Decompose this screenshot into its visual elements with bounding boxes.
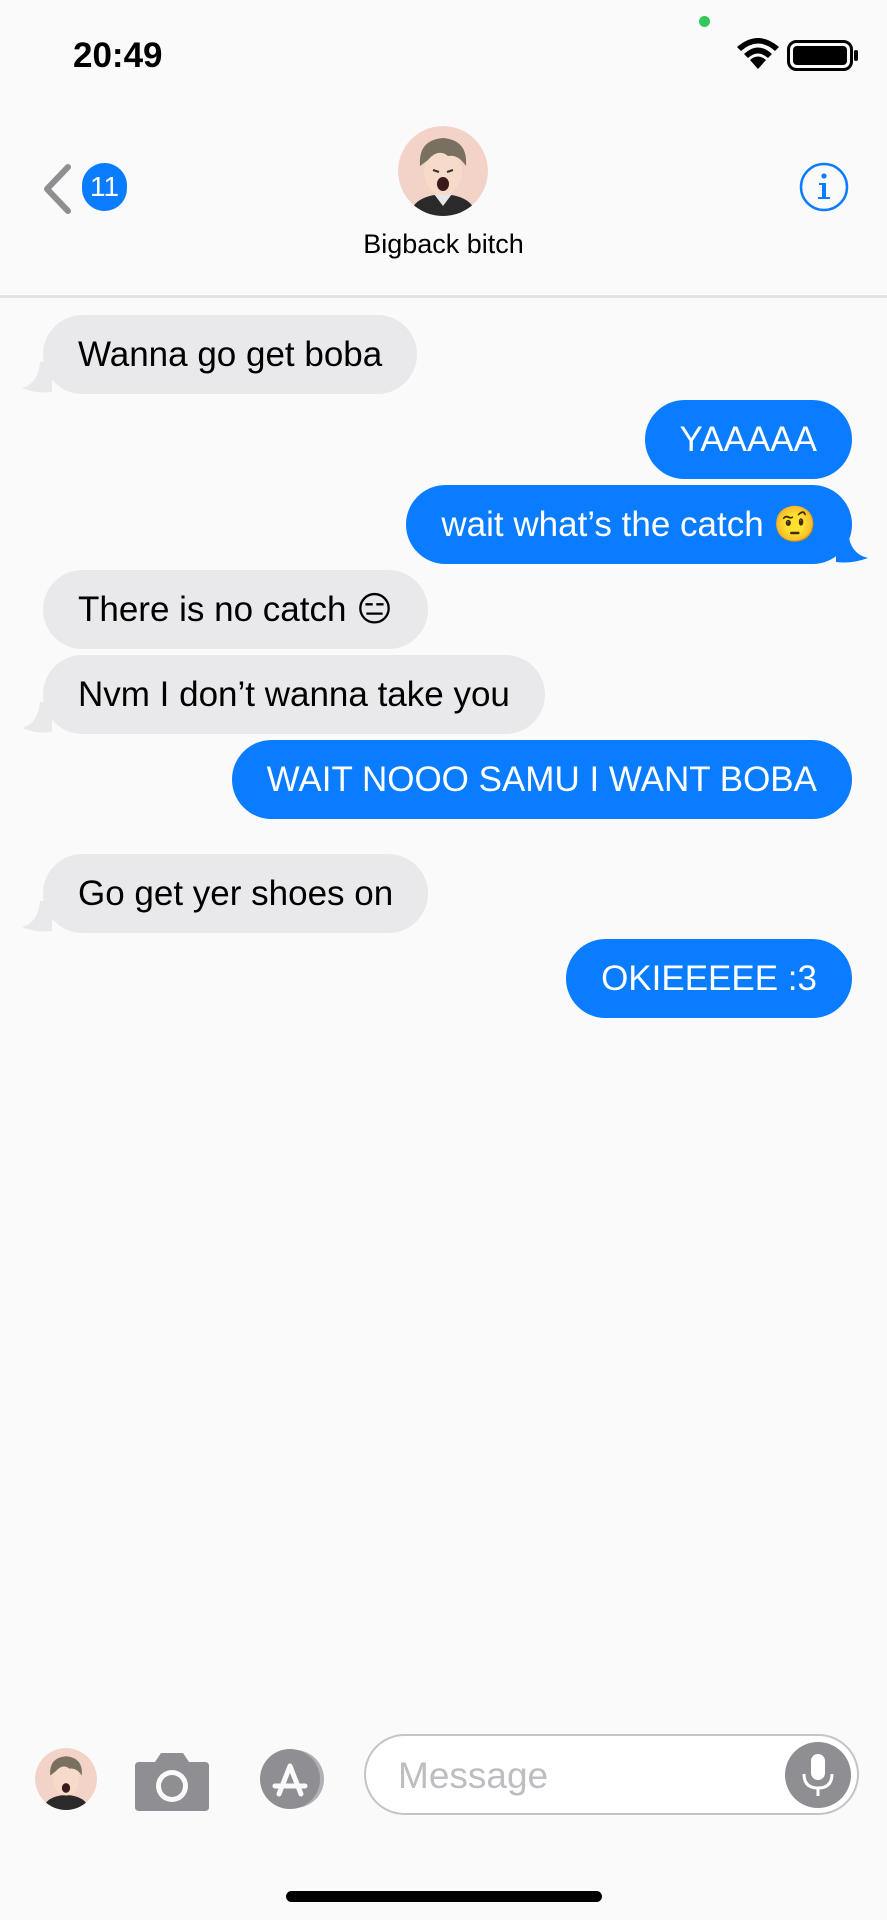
message-input[interactable] [396, 1736, 780, 1815]
home-indicator[interactable] [286, 1891, 602, 1902]
memoji-button[interactable] [35, 1748, 97, 1810]
back-chevron-icon [44, 164, 71, 214]
message-bubble-sent[interactable]: OKIEEEEE :3 [566, 939, 852, 1018]
message-bubble-sent[interactable]: wait what’s the catch 🤨 [406, 485, 852, 564]
conversation-header: 11 Bigback bitch [0, 110, 887, 298]
app-store-icon[interactable] [251, 1748, 333, 1810]
dictation-button[interactable] [785, 1742, 851, 1808]
status-time: 20:49 [73, 36, 163, 75]
status-bar: 20:49 [0, 0, 887, 110]
compose-bar [0, 1720, 887, 1920]
back-button[interactable]: 11 [42, 160, 132, 220]
message-bubble-received[interactable]: Go get yer shoes on [43, 854, 429, 933]
contact-avatar[interactable] [398, 126, 488, 216]
wifi-icon [737, 38, 779, 69]
message-bubble-sent[interactable]: WAIT NOOO SAMU I WANT BOBA [231, 740, 852, 819]
info-icon[interactable] [799, 162, 849, 212]
message-bubble-received[interactable]: Nvm I don’t wanna take you [43, 655, 545, 734]
message-bubble-sent[interactable]: YAAAAA [644, 400, 852, 479]
camera-icon[interactable] [133, 1750, 211, 1812]
microphone-icon [802, 1754, 834, 1796]
message-bubble-received[interactable]: There is no catch 😑 [43, 570, 428, 649]
battery-icon [787, 40, 858, 71]
contact-name[interactable]: Bigback bitch [0, 229, 887, 260]
unread-badge: 11 [82, 163, 127, 211]
message-field[interactable] [364, 1734, 859, 1815]
message-bubble-received[interactable]: Wanna go get boba [43, 315, 418, 394]
camera-in-use-indicator [699, 16, 710, 27]
